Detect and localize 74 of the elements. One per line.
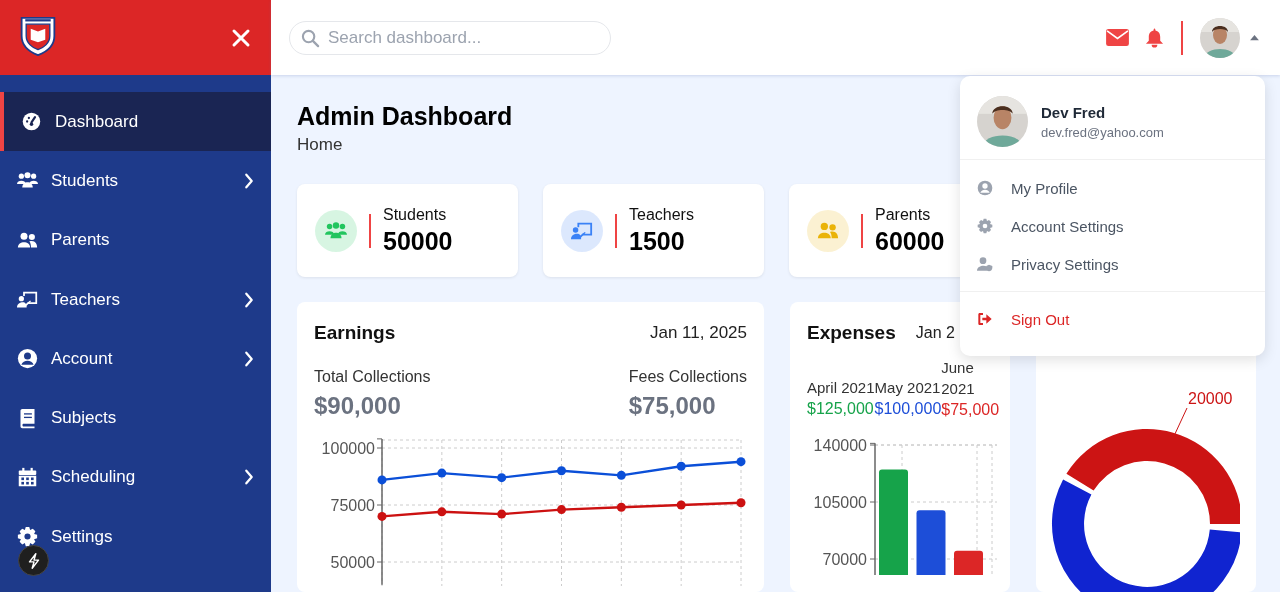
sidebar-item[interactable]: Account	[0, 329, 271, 389]
card-title: Expenses	[807, 322, 896, 344]
point	[377, 475, 387, 485]
month-label: June 2021	[941, 358, 976, 399]
month-value: $75,000	[941, 400, 1001, 420]
axis-tick-label: 100000	[321, 440, 375, 457]
point	[616, 470, 626, 480]
user-icon	[17, 348, 38, 370]
stat-label: Teachers	[629, 205, 694, 224]
stat-value: 60000	[875, 226, 945, 256]
menu-item[interactable]: My Profile	[960, 169, 1265, 207]
sidebar-item[interactable]: Teachers	[0, 269, 271, 330]
gauge-icon	[21, 111, 42, 133]
stat-label: Students	[383, 205, 448, 224]
month-value: $100,000	[874, 399, 942, 419]
point	[437, 507, 447, 517]
chart-label: 20000	[1188, 390, 1233, 407]
month-value: $125,000	[807, 399, 875, 419]
point	[676, 500, 686, 510]
sidebar-item[interactable]: Students	[0, 151, 271, 211]
calendar-icon	[17, 466, 38, 488]
lightning-button[interactable]	[18, 545, 49, 576]
gear-icon	[17, 526, 38, 548]
caret-icon[interactable]	[1249, 34, 1260, 41]
total-value: $75,000	[628, 392, 716, 420]
sidebar-item[interactable]: Subjects	[0, 388, 271, 448]
page-title: Admin Dashboard	[297, 101, 513, 131]
stat-label: Parents	[875, 205, 932, 224]
stat-value: 1500	[629, 226, 686, 256]
card-date: Jan 2	[915, 324, 955, 342]
total-label: Fees Collections	[628, 368, 747, 386]
month-label: April 2021	[807, 378, 875, 398]
school-crest-icon	[19, 15, 57, 56]
user-icon	[977, 180, 993, 196]
month-label: May 2021	[874, 378, 942, 398]
axis-tick-label: 140000	[813, 437, 867, 454]
leader-line	[1173, 407, 1188, 437]
axis-tick-label: 75000	[330, 497, 375, 514]
point	[736, 498, 746, 508]
sign-out-icon	[977, 311, 993, 327]
axis-tick-label: 70000	[822, 551, 867, 568]
card-title: Earnings	[314, 322, 396, 344]
search-field[interactable]: Search dashboard...	[289, 20, 611, 55]
gear-icon	[977, 218, 993, 234]
point	[377, 511, 387, 521]
bar	[916, 510, 946, 575]
point	[497, 509, 507, 519]
card-date: Jan 11, 2025	[649, 323, 747, 343]
point	[676, 461, 686, 471]
point	[557, 505, 566, 515]
point	[736, 457, 746, 467]
sidebar-item[interactable]: Scheduling	[0, 447, 271, 508]
user-name: Dev Fred	[1041, 103, 1107, 121]
privacy-icon	[977, 256, 993, 272]
point	[557, 466, 566, 476]
total-label: Total Collections	[314, 368, 431, 386]
bar	[954, 550, 983, 575]
stat-value: 50000	[383, 226, 453, 256]
sidebar-item[interactable]: Settings	[0, 507, 271, 567]
mail-icon[interactable]	[1106, 28, 1129, 47]
sidebar-item[interactable]: Parents	[0, 210, 271, 270]
breadcrumb: Home	[297, 135, 343, 155]
point	[616, 502, 626, 512]
point	[497, 473, 507, 483]
menu-item[interactable]: Sign Out	[960, 300, 1265, 338]
bell-icon[interactable]	[1145, 26, 1164, 49]
menu-item[interactable]: Privacy Settings	[960, 245, 1265, 283]
total-value: $90,000	[314, 392, 402, 420]
axis-tick-label: 105000	[813, 494, 867, 511]
point	[437, 468, 447, 478]
sidebar-item[interactable]: Dashboard	[0, 92, 271, 152]
menu-item[interactable]: Account Settings	[960, 207, 1265, 245]
user-email: dev.fred@yahoo.com	[1041, 124, 1164, 140]
axis-tick-label: 50000	[330, 554, 375, 571]
